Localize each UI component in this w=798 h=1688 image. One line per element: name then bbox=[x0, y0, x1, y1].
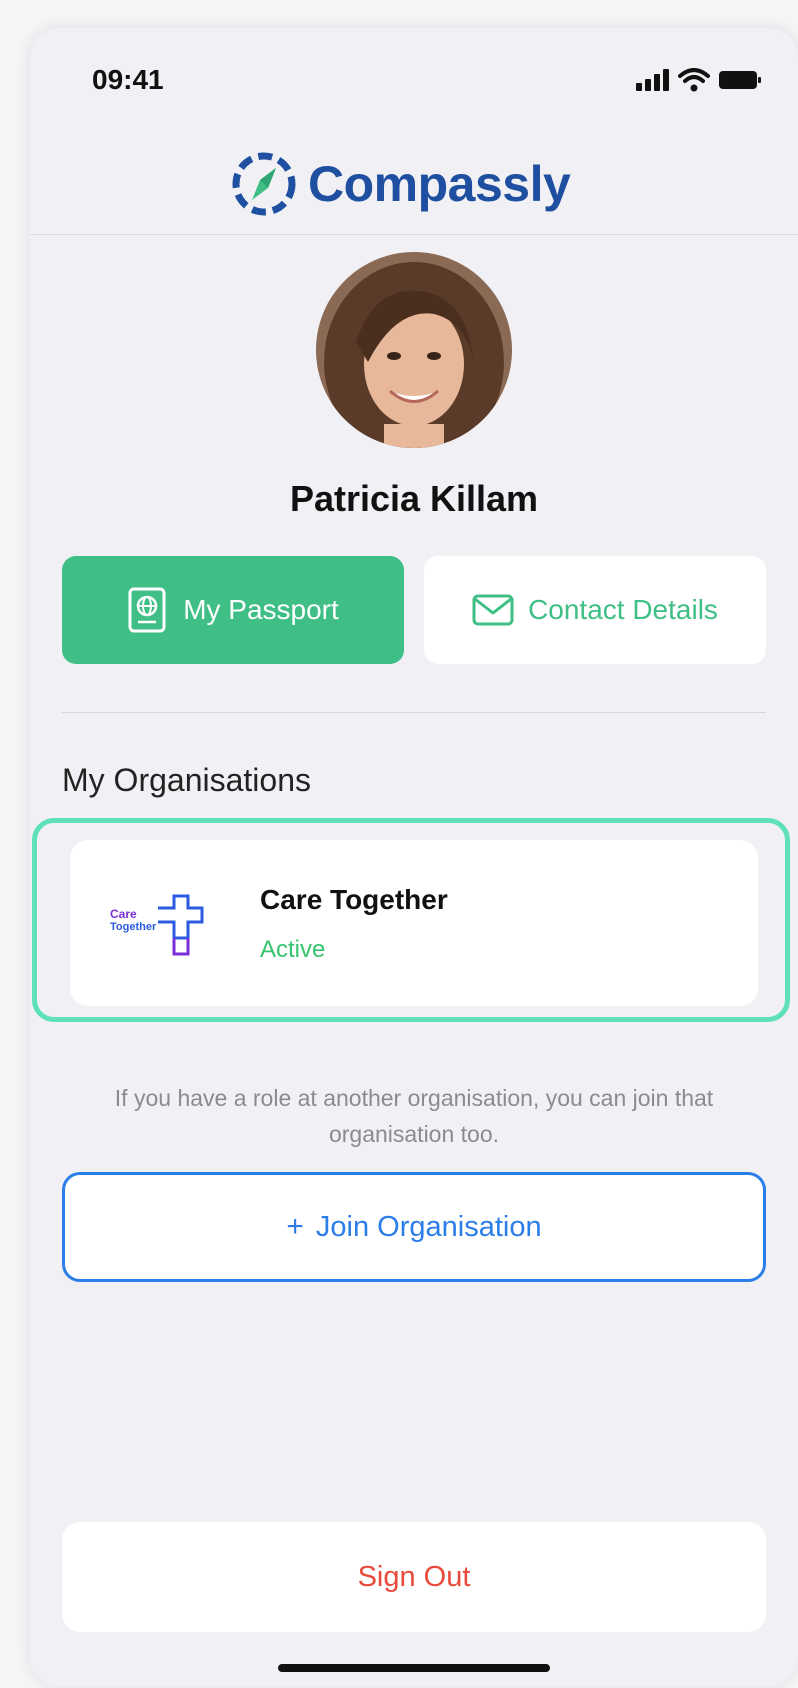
my-passport-label: My Passport bbox=[183, 594, 339, 625]
contact-details-button[interactable]: Contact Details bbox=[424, 556, 766, 664]
contact-details-label: Contact Details bbox=[528, 594, 718, 625]
cellular-signal-icon bbox=[636, 69, 669, 91]
compass-logo-icon bbox=[232, 152, 296, 216]
battery-icon bbox=[719, 71, 761, 89]
organisation-status: Active bbox=[260, 936, 326, 963]
join-organisation-button[interactable]: + Join Organisation bbox=[62, 1172, 766, 1282]
logo-text-line-2: Together bbox=[110, 921, 157, 933]
plus-icon: + bbox=[286, 1210, 304, 1243]
care-together-logo: Care Together bbox=[110, 894, 204, 958]
app-header: Compassly bbox=[30, 128, 798, 235]
my-passport-button[interactable]: My Passport bbox=[62, 556, 404, 664]
divider bbox=[62, 712, 766, 713]
logo-text-line-1: Care bbox=[110, 907, 137, 921]
sign-out-label: Sign Out bbox=[357, 1560, 471, 1593]
avatar[interactable] bbox=[316, 252, 512, 448]
user-name: Patricia Killam bbox=[289, 478, 539, 519]
status-icons bbox=[636, 68, 762, 92]
sign-out-button[interactable]: Sign Out bbox=[62, 1522, 766, 1632]
status-time: 09:41 bbox=[92, 64, 164, 95]
home-indicator[interactable] bbox=[278, 1664, 550, 1672]
join-info-text: If you have a role at another organisati… bbox=[114, 1085, 714, 1147]
join-organisation-label: Join Organisation bbox=[315, 1210, 542, 1243]
organisation-name: Care Together bbox=[260, 884, 448, 915]
wifi-icon bbox=[678, 68, 710, 92]
app-name: Compassly bbox=[308, 156, 571, 212]
my-organisations-heading: My Organisations bbox=[62, 762, 311, 798]
app-logo: Compassly bbox=[230, 150, 571, 218]
organisation-card[interactable]: Care Together Care Together Active bbox=[70, 840, 758, 1006]
phone-screen: 09:41 Compassly Patricia Killam My Passp… bbox=[30, 28, 798, 1686]
profile-photo bbox=[316, 252, 512, 448]
status-bar: 09:41 bbox=[30, 28, 798, 128]
passport-icon bbox=[128, 587, 166, 633]
mail-icon bbox=[472, 594, 514, 626]
